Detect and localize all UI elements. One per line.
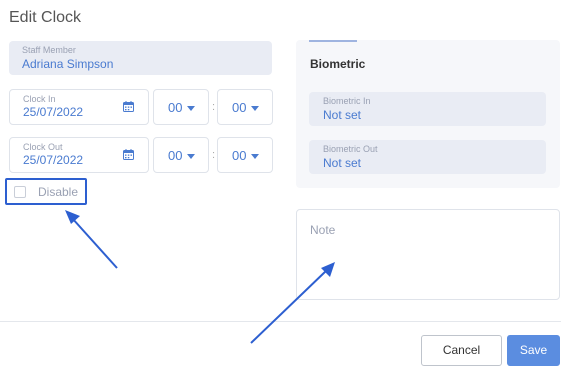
- clock-out-date-value: 25/07/2022: [23, 153, 84, 167]
- disable-label[interactable]: Disable: [38, 185, 78, 199]
- biometric-in-value: Not set: [323, 108, 362, 122]
- clock-out-date-field[interactable]: Clock Out 25/07/2022: [9, 137, 149, 173]
- arrow-to-disable: [65, 210, 118, 269]
- clock-out-hour-select[interactable]: 00: [153, 137, 209, 173]
- caret-down-icon: [251, 106, 259, 111]
- clock-out-minute-value: 00: [232, 148, 247, 163]
- clock-in-minute-select[interactable]: 00: [217, 89, 273, 125]
- biometric-panel: Biometric Biometric In Not set Biometric…: [296, 40, 560, 188]
- save-button[interactable]: Save: [507, 335, 560, 366]
- caret-down-icon: [187, 154, 195, 159]
- clock-out-hour-value: 00: [168, 148, 183, 163]
- clock-in-label: Clock In: [23, 94, 56, 104]
- calendar-icon[interactable]: [123, 149, 134, 160]
- biometric-in-field: Biometric In Not set: [309, 92, 546, 126]
- dialog-title: Edit Clock: [9, 9, 82, 26]
- clock-in-hour-value: 00: [168, 100, 183, 115]
- time-separator: :: [212, 149, 216, 161]
- cancel-button[interactable]: Cancel: [421, 335, 502, 366]
- calendar-icon[interactable]: [123, 101, 134, 112]
- caret-down-icon: [251, 154, 259, 159]
- clock-in-date-value: 25/07/2022: [23, 105, 84, 119]
- staff-member-field: Staff Member Adriana Simpson: [9, 41, 272, 75]
- biometric-in-label: Biometric In: [323, 96, 371, 106]
- biometric-title: Biometric: [310, 57, 366, 71]
- footer-divider: [0, 321, 561, 322]
- biometric-out-value: Not set: [323, 156, 362, 170]
- disable-checkbox[interactable]: [14, 186, 26, 198]
- clock-out-minute-select[interactable]: 00: [217, 137, 273, 173]
- note-placeholder: Note: [310, 223, 336, 237]
- staff-member-value: Adriana Simpson: [22, 57, 114, 71]
- clock-in-hour-select[interactable]: 00: [153, 89, 209, 125]
- clock-in-date-field[interactable]: Clock In 25/07/2022: [9, 89, 149, 125]
- clock-out-label: Clock Out: [23, 142, 63, 152]
- disable-highlight-box: Disable: [5, 178, 87, 205]
- caret-down-icon: [187, 106, 195, 111]
- note-textarea[interactable]: Note: [296, 209, 560, 300]
- biometric-out-field: Biometric Out Not set: [309, 140, 546, 174]
- biometric-tab-indicator: [309, 40, 357, 42]
- time-separator: :: [212, 101, 216, 113]
- staff-member-label: Staff Member: [22, 45, 76, 55]
- biometric-out-label: Biometric Out: [323, 144, 378, 154]
- clock-in-minute-value: 00: [232, 100, 247, 115]
